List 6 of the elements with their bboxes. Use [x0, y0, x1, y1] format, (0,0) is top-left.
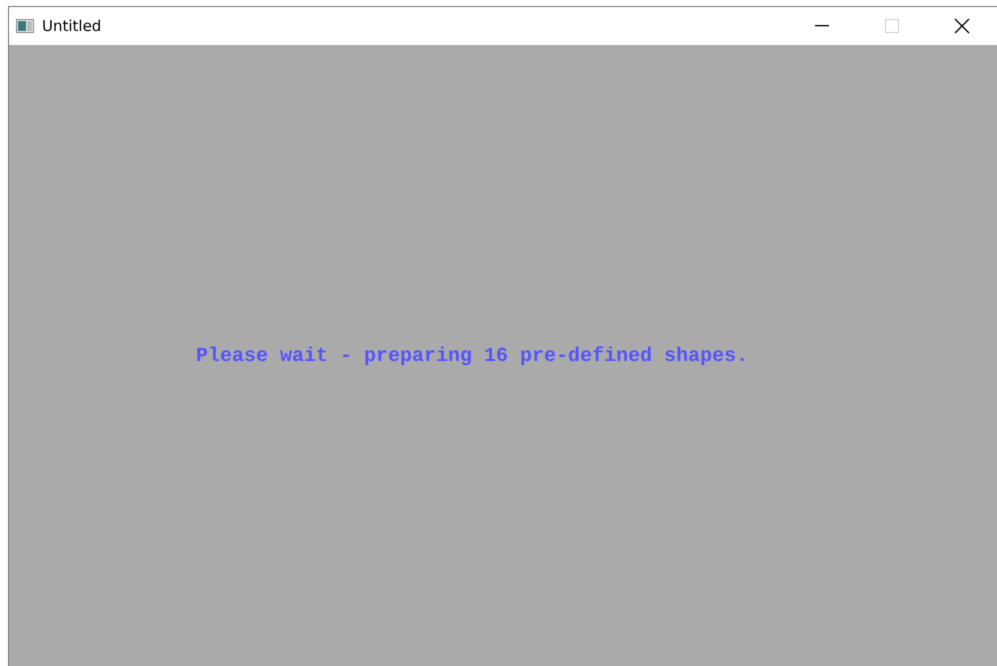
- minimize-icon: [815, 25, 829, 27]
- status-message: Please wait - preparing 16 pre-defined shapes.: [196, 345, 748, 368]
- window-title: Untitled: [42, 17, 102, 35]
- close-icon: [954, 18, 970, 34]
- app-icon: [16, 19, 34, 33]
- maximize-icon: [885, 19, 899, 33]
